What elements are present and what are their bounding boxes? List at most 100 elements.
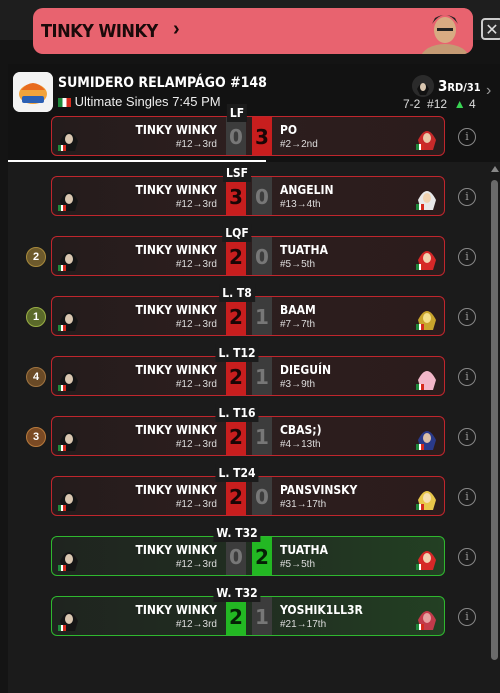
opponent-character-icon xyxy=(416,551,436,570)
player1-score: 2 xyxy=(226,417,246,455)
info-icon[interactable]: i xyxy=(458,308,476,326)
placement: 3RD/31 xyxy=(438,77,481,95)
match-card[interactable]: TINKY WINKY #12→3rd 2 0 TUATHA #5→5th xyxy=(51,236,445,276)
opponent-character-icon xyxy=(416,191,436,210)
scrollbar[interactable] xyxy=(491,166,499,686)
tournament-logo-icon xyxy=(13,72,53,112)
placement-total: /31 xyxy=(463,81,481,94)
seed: #12 xyxy=(427,97,448,111)
player-banner[interactable]: TINKY WINKY › xyxy=(33,8,473,54)
tournament-event-line: Ultimate Singles 7:45 PM xyxy=(58,94,221,109)
player2-seed: #31→17th xyxy=(280,499,327,510)
match-card[interactable]: TINKY WINKY #12→3rd 2 0 PANSVINSKY #31→17th xyxy=(51,476,445,516)
opponent-character-icon xyxy=(416,431,436,450)
round-label: L. T8 xyxy=(219,284,255,302)
match-card[interactable]: TINKY WINKY #12→3rd 2 1 BAAM #7→7th xyxy=(51,296,445,336)
player-character-icon xyxy=(58,252,78,271)
player2-score: 1 xyxy=(252,597,272,635)
match-row[interactable]: W. T32 TINKY WINKY #12→3rd 2 1 YOSHIK1LL3R #21… xyxy=(51,584,445,638)
match-card[interactable]: TINKY WINKY #12→3rd 2 1 DIEGUÍN #3→9th xyxy=(51,356,445,396)
player2-seed: #13→4th xyxy=(280,199,321,210)
player2-score: 1 xyxy=(252,417,272,455)
player1-seed: #12→3rd xyxy=(175,559,217,570)
info-icon[interactable]: i xyxy=(458,368,476,386)
player2-seed: #4→13th xyxy=(280,439,321,450)
player-character-icon xyxy=(58,612,78,631)
player1-seed: #12→3rd xyxy=(175,379,217,390)
player1-name: TINKY WINKY xyxy=(135,183,218,197)
player2-name: YOSHIK1LL3R xyxy=(280,603,363,617)
player1-name: TINKY WINKY xyxy=(135,303,218,317)
player2-seed: #7→7th xyxy=(280,319,316,330)
round-label: L. T24 xyxy=(215,464,259,482)
player-stats: 7-2 #12 ▲ 4 xyxy=(403,97,476,111)
player2-score: 0 xyxy=(252,177,272,215)
player2-name: DIEGUÍN xyxy=(280,363,332,377)
round-label: LF xyxy=(226,104,248,122)
player2-name: CBAS;) xyxy=(280,423,322,437)
player1-name: TINKY WINKY xyxy=(135,243,218,257)
player1-score: 2 xyxy=(226,597,246,635)
player-character-icon xyxy=(58,192,78,211)
opponent-character-icon xyxy=(416,311,436,330)
banner-chevron-icon: › xyxy=(173,18,180,40)
round-label: L. T16 xyxy=(215,404,259,422)
player2-name: BAAM xyxy=(280,303,316,317)
player1-name: TINKY WINKY xyxy=(135,363,218,377)
player1-name: TINKY WINKY xyxy=(135,423,218,437)
player1-score: 0 xyxy=(226,117,246,155)
player2-score: 2 xyxy=(252,537,272,575)
player2-name: TUATHA xyxy=(280,243,328,257)
info-icon[interactable]: i xyxy=(458,188,476,206)
player-character-icon xyxy=(58,492,78,511)
player1-score: 0 xyxy=(226,537,246,575)
info-icon[interactable]: i xyxy=(458,428,476,446)
opponent-character-icon xyxy=(416,251,436,270)
match-row[interactable]: L. T16 TINKY WINKY #12→3rd 2 1 CBAS;) #4→13th xyxy=(51,404,445,458)
game-count-badge: 3 xyxy=(26,427,46,447)
tournament-name: SUMIDERO RELAMPÁGO #148 xyxy=(58,75,267,91)
player2-score: 3 xyxy=(252,117,272,155)
player1-score: 2 xyxy=(226,477,246,515)
player1-score: 2 xyxy=(226,237,246,275)
match-row[interactable]: LF TINKY WINKY #12→3rd 0 3 PO #2→2nd xyxy=(51,104,445,158)
match-card[interactable]: TINKY WINKY #12→3rd 2 1 CBAS;) #4→13th xyxy=(51,416,445,456)
scroll-thumb[interactable] xyxy=(491,180,498,660)
tournament-header[interactable]: SUMIDERO RELAMPÁGO #148 Ultimate Singles… xyxy=(8,64,500,118)
player2-name: ANGELIN xyxy=(280,183,334,197)
player2-name: PO xyxy=(280,123,298,137)
player-character-icon xyxy=(58,312,78,331)
player1-score: 2 xyxy=(226,357,246,395)
player1-score: 2 xyxy=(226,297,246,335)
info-icon[interactable]: i xyxy=(458,488,476,506)
player2-seed: #3→9th xyxy=(280,379,316,390)
banner-player-name: TINKY WINKY xyxy=(41,21,158,42)
match-card[interactable]: TINKY WINKY #12→3rd 0 2 TUATHA #5→5th xyxy=(51,536,445,576)
info-icon[interactable]: i xyxy=(458,128,476,146)
opponent-character-icon xyxy=(416,131,436,150)
match-row[interactable]: L. T12 TINKY WINKY #12→3rd 2 1 DIEGUÍN #3→9th xyxy=(51,344,445,398)
game-count-badge: 4 xyxy=(26,367,46,387)
info-icon[interactable]: i xyxy=(458,548,476,566)
player2-name: PANSVINSKY xyxy=(280,483,358,497)
close-button[interactable]: ✕ xyxy=(481,18,500,40)
info-icon[interactable]: i xyxy=(458,248,476,266)
player2-score: 1 xyxy=(252,357,272,395)
scroll-up-icon[interactable] xyxy=(491,166,499,172)
match-row[interactable]: LSF TINKY WINKY #12→3rd 3 0 ANGELIN #13→4th xyxy=(51,164,445,218)
character-portrait-icon xyxy=(413,8,473,54)
seed-up-icon: ▲ xyxy=(453,97,466,111)
chevron-right-icon[interactable]: › xyxy=(486,82,491,100)
match-card[interactable]: TINKY WINKY #12→3rd 0 3 PO #2→2nd xyxy=(51,116,445,156)
info-icon[interactable]: i xyxy=(458,608,476,626)
match-row[interactable]: W. T32 TINKY WINKY #12→3rd 0 2 TUATHA #5→5th xyxy=(51,524,445,578)
match-row[interactable]: L. T8 TINKY WINKY #12→3rd 2 1 BAAM #7→7th xyxy=(51,284,445,338)
placement-number: 3 xyxy=(438,77,448,95)
match-card[interactable]: TINKY WINKY #12→3rd 2 1 YOSHIK1LL3R #21→17th xyxy=(51,596,445,636)
round-label: LQF xyxy=(222,224,252,242)
match-card[interactable]: TINKY WINKY #12→3rd 3 0 ANGELIN #13→4th xyxy=(51,176,445,216)
event-time: 7:45 PM xyxy=(172,94,221,109)
match-row[interactable]: L. T24 TINKY WINKY #12→3rd 2 0 PANSVINSKY #31→… xyxy=(51,464,445,518)
player1-seed: #12→3rd xyxy=(175,199,217,210)
match-row[interactable]: LQF TINKY WINKY #12→3rd 2 0 TUATHA #5→5th xyxy=(51,224,445,278)
